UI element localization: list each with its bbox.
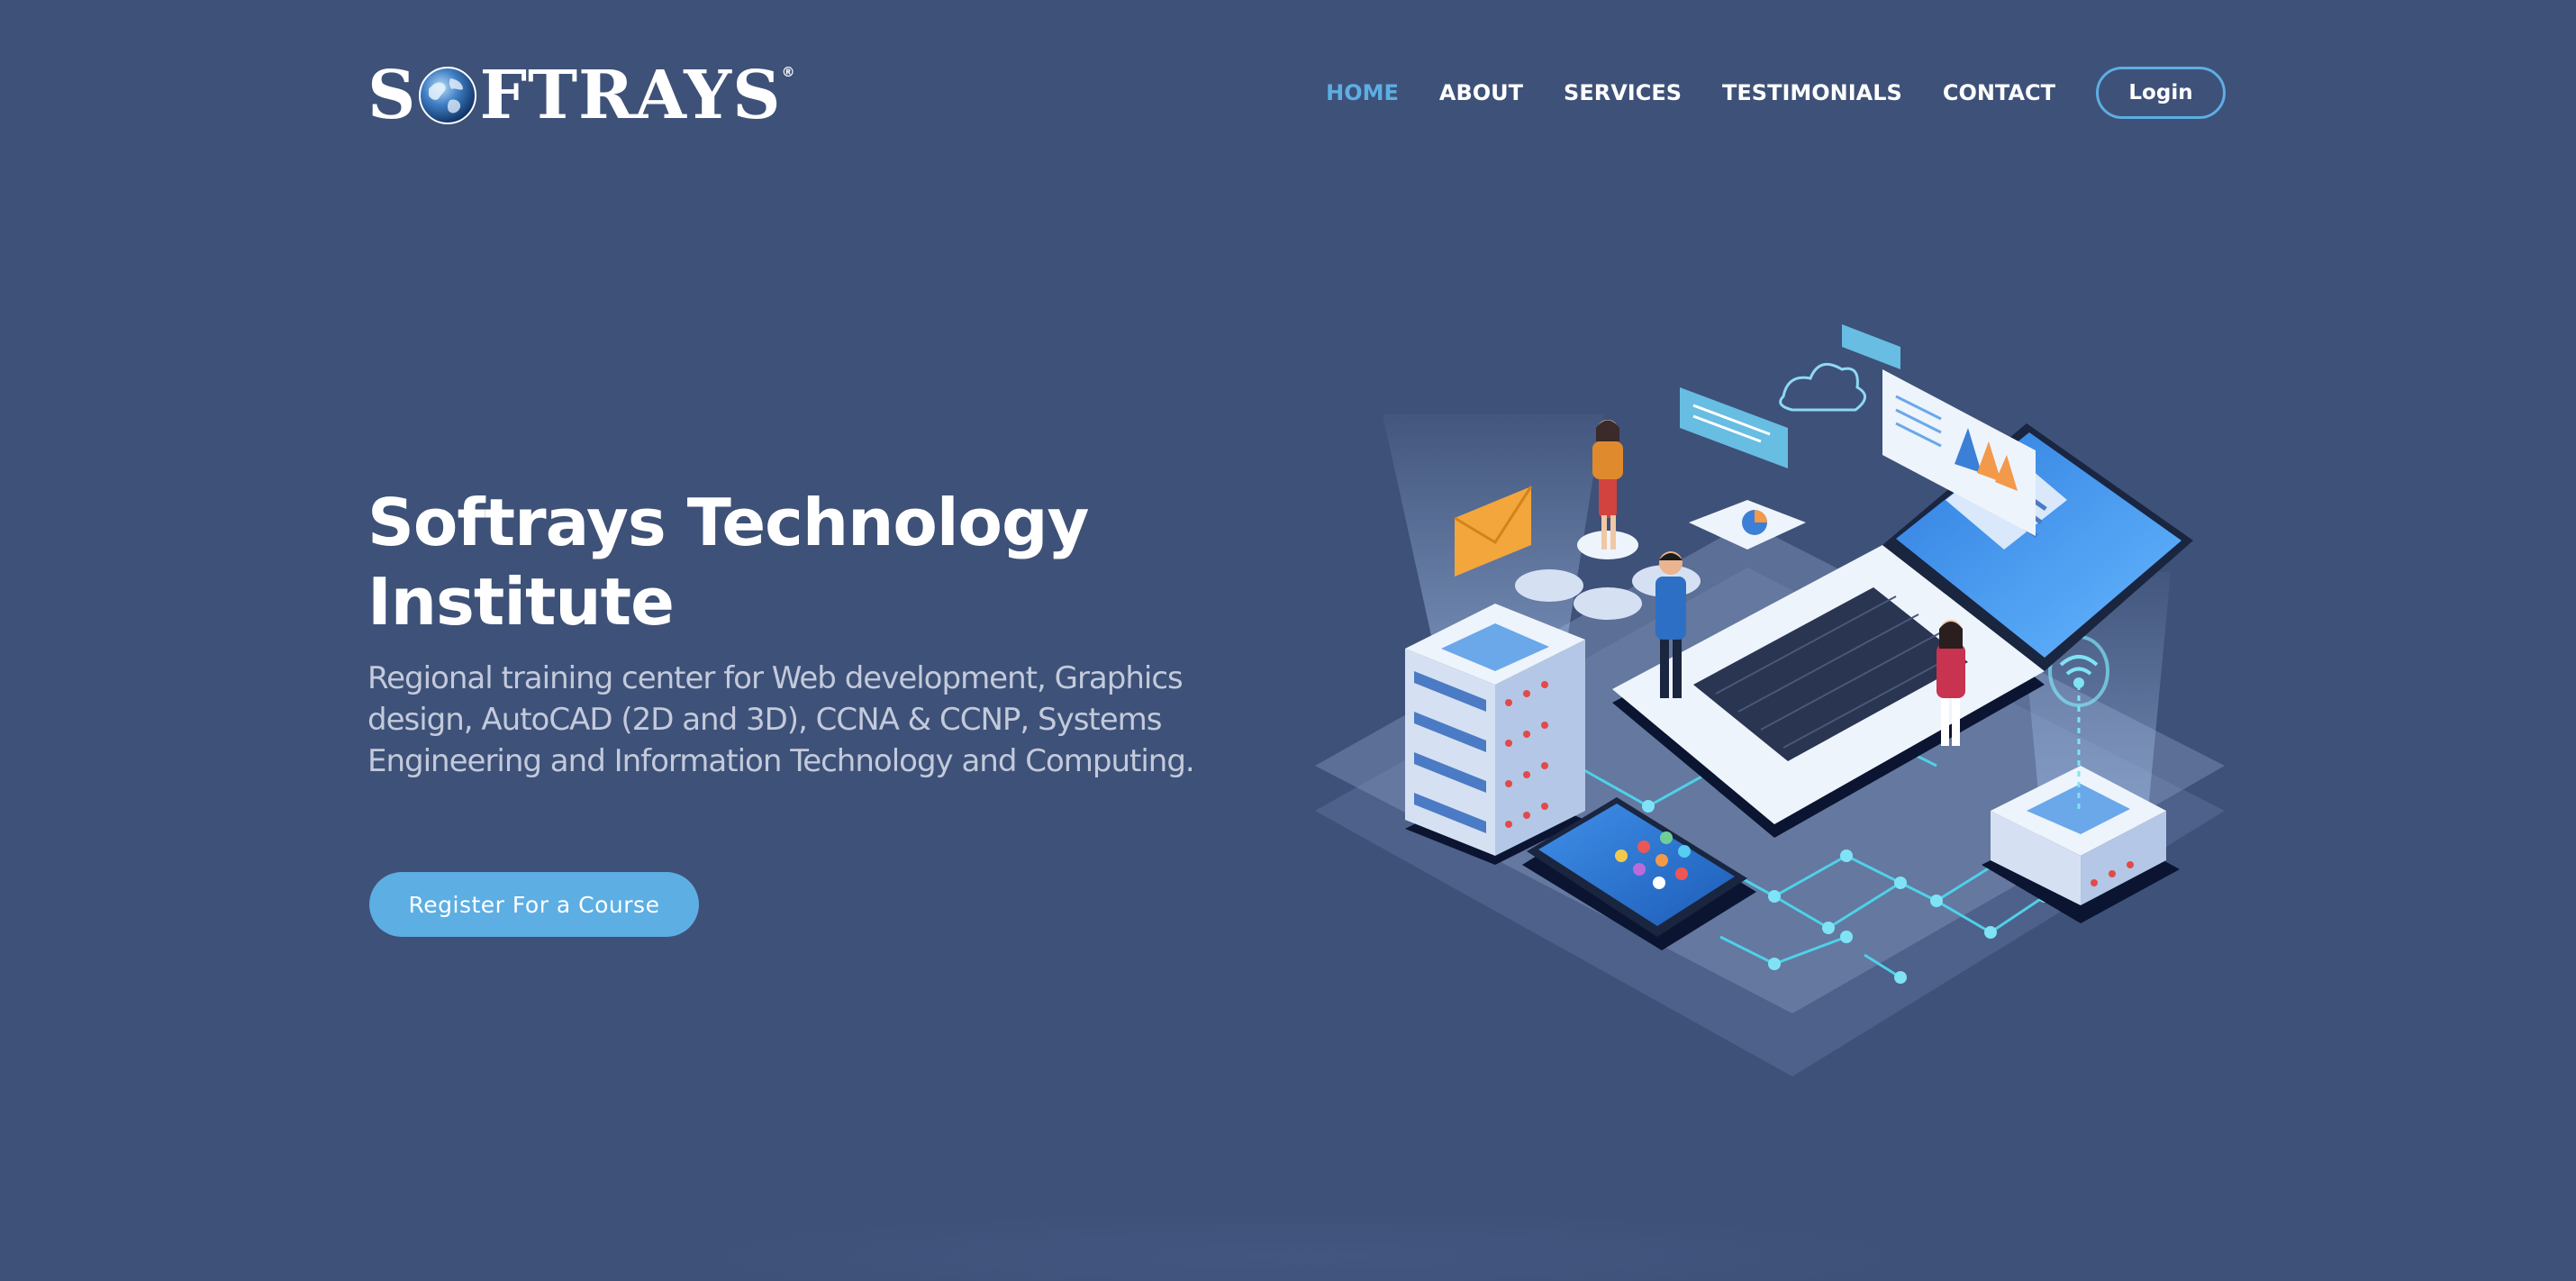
nav-about[interactable]: ABOUT [1439,80,1523,105]
cloud-icon [1779,362,1866,412]
nav-home[interactable]: HOME [1326,80,1399,105]
nav-testimonials[interactable]: TESTIMONIALS [1722,80,1902,105]
registered-mark: ® [781,64,796,80]
hero-title: Softrays Technology Institute [367,485,1089,640]
main-nav: HOME ABOUT SERVICES TESTIMONIALS CONTACT… [1326,67,2226,119]
info-card-top [1842,324,1900,369]
nav-contact[interactable]: CONTACT [1943,80,2055,105]
hero-subtitle: Regional training center for Web develop… [367,660,1195,779]
logo-text-start: S [367,57,417,134]
nav-services[interactable]: SERVICES [1564,80,1682,105]
person-woman-standing [1592,420,1623,550]
server-icon [1405,604,1585,865]
page: S FTRAYS ® HOME ABOUT SERVICES TESTIMONI… [0,0,2576,1281]
brand-logo[interactable]: S FTRAYS ® [367,57,796,134]
register-course-button[interactable]: Register For a Course [369,872,699,937]
info-card-left [1680,387,1788,468]
pie-chart-card [1689,500,1806,550]
login-button[interactable]: Login [2096,67,2226,119]
globe-icon [419,67,477,124]
hero-illustration [1315,324,2225,1077]
logo-text-end: FTRAYS [479,57,782,134]
